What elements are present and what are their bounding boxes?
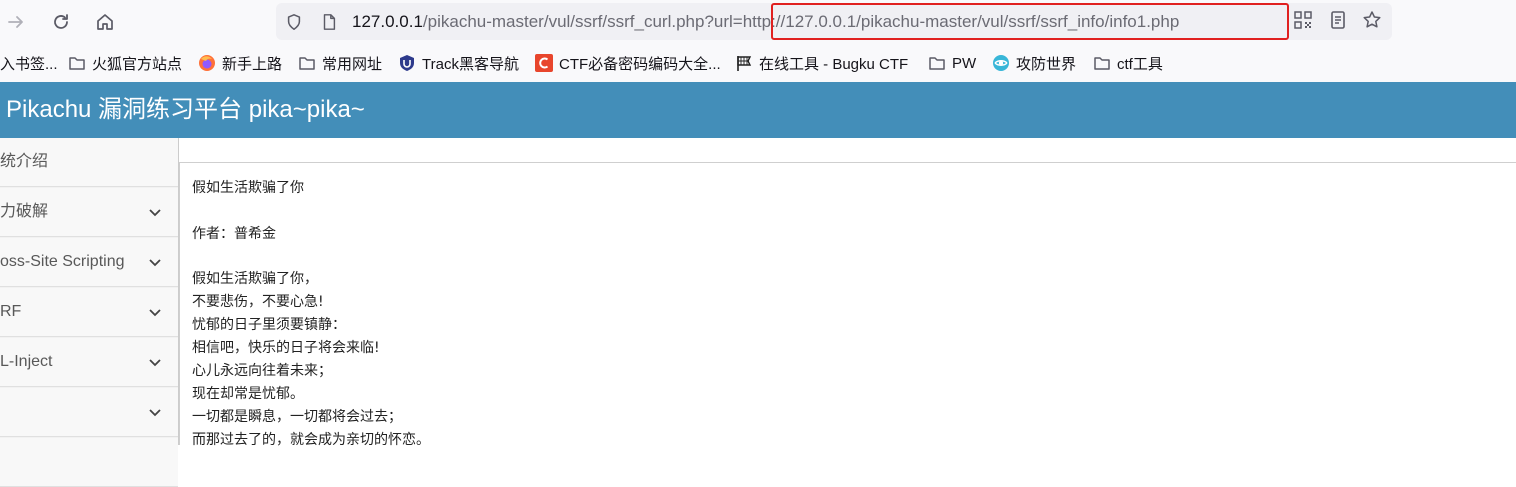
- bookmark-label: CTF必备密码编码大全...: [559, 55, 721, 73]
- ssrf-result-frame: 假如生活欺骗了你 作者：普希金 假如生活欺骗了你， 不要悲伤，不要心急! 忧郁的…: [179, 162, 1516, 448]
- bookmark-label: ctf工具: [1117, 55, 1163, 73]
- sidebar-item-brute-force[interactable]: 力破解: [0, 188, 178, 237]
- chevron-down-icon: [149, 209, 161, 217]
- bookmark-label: PW: [952, 54, 977, 72]
- bookmark-adworld[interactable]: 攻防世界: [992, 53, 1076, 73]
- poem-line: 一切都是瞬息，一切都将会过去；: [192, 409, 402, 425]
- forward-icon[interactable]: [2, 8, 30, 36]
- folder-icon: [68, 54, 86, 72]
- poem-author: 作者：普希金: [192, 226, 276, 242]
- bookmark-bugku[interactable]: 在线工具 - Bugku CTF: [735, 53, 908, 73]
- flag-icon: [735, 54, 753, 72]
- chevron-down-icon: [149, 309, 161, 317]
- globe-icon: [992, 54, 1010, 72]
- reader-view-icon[interactable]: [1327, 9, 1349, 31]
- c-badge-icon: [535, 54, 553, 72]
- url-highlight-box: [771, 3, 1289, 40]
- sidebar-item-label: 统介绍: [0, 153, 49, 170]
- bookmark-import[interactable]: 入书签...: [0, 53, 58, 73]
- bookmark-label: 常用网址: [322, 55, 383, 73]
- bookmark-common-sites[interactable]: 常用网址: [298, 53, 382, 73]
- sidebar-item-label: L-Inject: [0, 353, 53, 370]
- poem-line: 心儿永远向往着未来；: [192, 363, 332, 379]
- sidebar-item-rce[interactable]: [0, 388, 178, 437]
- home-icon[interactable]: [91, 8, 119, 36]
- poem-line: 而那过去了的，就会成为亲切的怀恋。: [192, 432, 430, 448]
- browser-toolbar: 127.0.0.1/pikachu-master/vul/ssrf/ssrf_c…: [0, 0, 1516, 44]
- bookmark-label: 火狐官方站点: [92, 55, 183, 73]
- poem-line: 不要悲伤，不要心急!: [192, 294, 324, 310]
- firefox-icon: [198, 54, 216, 72]
- sidebar-item-label: 力破解: [0, 203, 49, 220]
- bookmark-ctf-tools[interactable]: ctf工具: [1093, 53, 1163, 73]
- folder-icon: [1093, 54, 1111, 72]
- bookmark-label: Track黑客导航: [422, 55, 519, 73]
- sidebar-item-label: oss-Site Scripting: [0, 253, 125, 270]
- bookmark-track[interactable]: Track黑客导航: [398, 53, 519, 73]
- reload-icon[interactable]: [47, 8, 75, 36]
- poem-title: 假如生活欺骗了你: [192, 180, 304, 196]
- sidebar-item-sql-inject[interactable]: L-Inject: [0, 338, 178, 387]
- shield-icon[interactable]: [284, 12, 304, 32]
- sidebar-item-xss[interactable]: oss-Site Scripting: [0, 238, 178, 287]
- url-path: /pikachu-master/vul/ssrf/ssrf_curl.php?u…: [422, 12, 733, 31]
- poem-line: 假如生活欺骗了你，: [192, 271, 318, 287]
- bookmarks-bar: 入书签... 火狐官方站点 新手上路 常用网址 Track黑客导航 CTF必备密…: [0, 44, 1516, 82]
- bookmark-label: 新手上路: [222, 55, 283, 73]
- sidebar: 统介绍 力破解 oss-Site Scripting RF L-Inject: [0, 138, 179, 487]
- main-content: 假如生活欺骗了你 作者：普希金 假如生活欺骗了你， 不要悲伤，不要心急! 忧郁的…: [179, 138, 1516, 448]
- shield-badge-icon: [398, 54, 416, 72]
- bookmark-label: 在线工具 - Bugku CTF: [759, 55, 909, 73]
- bookmark-firefox-site[interactable]: 火狐官方站点: [68, 53, 182, 73]
- poem-line: 相信吧，快乐的日子将会来临!: [192, 340, 380, 356]
- poem-line: 忧郁的日子里须要镇静：: [192, 317, 346, 333]
- sidebar-item-intro[interactable]: 统介绍: [0, 138, 178, 187]
- sidebar-item-next[interactable]: [0, 438, 178, 487]
- folder-icon: [298, 54, 316, 72]
- bookmark-getting-started[interactable]: 新手上路: [198, 53, 282, 73]
- sidebar-item-csrf[interactable]: RF: [0, 288, 178, 337]
- bookmark-label: 攻防世界: [1016, 55, 1077, 73]
- poem-line: 现在却常是忧郁。: [192, 386, 304, 402]
- bookmark-label: 入书签...: [0, 55, 58, 73]
- folder-icon: [928, 54, 946, 72]
- chevron-down-icon: [149, 259, 161, 267]
- qr-code-icon[interactable]: [1292, 9, 1314, 31]
- app-header: Pikachu 漏洞练习平台 pika~pika~: [0, 82, 1516, 138]
- sidebar-item-label: RF: [0, 303, 22, 320]
- bookmark-ctf-encoding[interactable]: CTF必备密码编码大全...: [535, 53, 721, 73]
- chevron-down-icon: [149, 359, 161, 367]
- page-icon[interactable]: [319, 12, 339, 32]
- bookmark-pw[interactable]: PW: [928, 53, 976, 73]
- app-title[interactable]: Pikachu 漏洞练习平台 pika~pika~: [6, 94, 365, 126]
- url-host: 127.0.0.1: [352, 12, 423, 31]
- chevron-down-icon: [149, 409, 161, 417]
- bookmark-star-icon[interactable]: [1361, 9, 1383, 31]
